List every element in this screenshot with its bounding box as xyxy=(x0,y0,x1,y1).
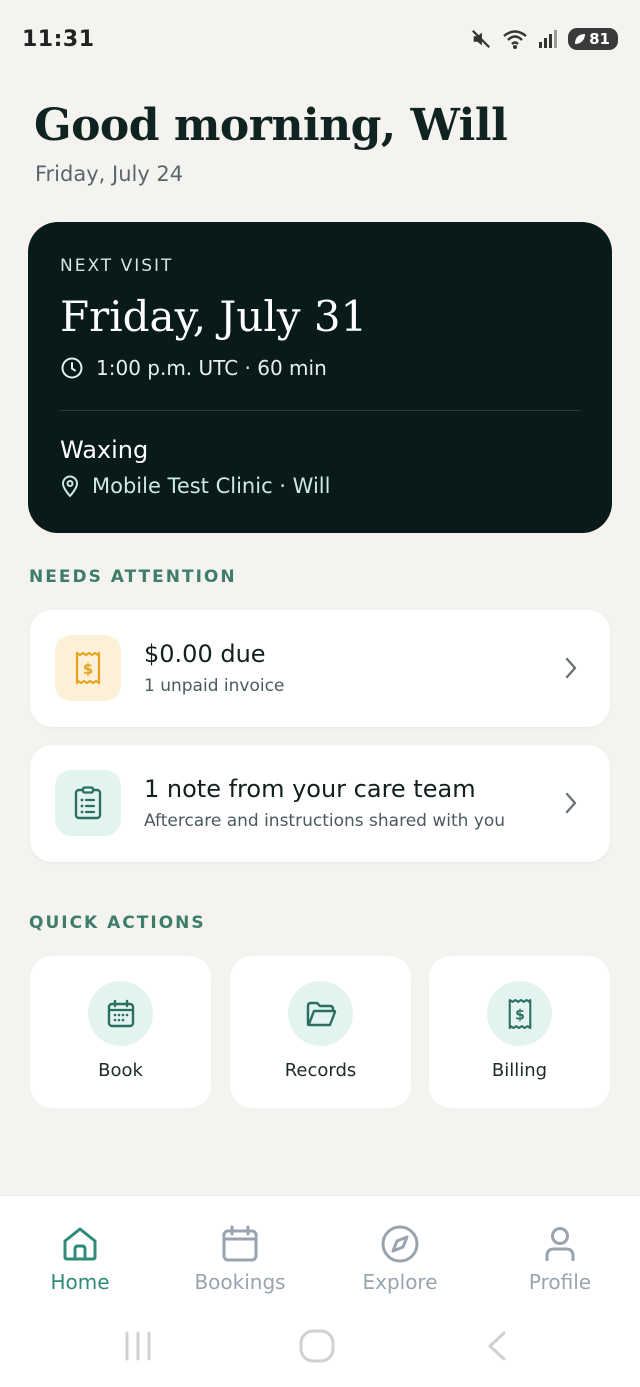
status-bar: 11:31 81 xyxy=(0,0,640,78)
next-visit-location-row: Mobile Test Clinic · Will xyxy=(60,474,330,498)
nav-item-bookings[interactable]: Bookings xyxy=(180,1224,300,1294)
user-icon xyxy=(545,1227,575,1261)
quick-action-icon-wrap: $ xyxy=(487,981,552,1046)
chevron-right-icon xyxy=(565,792,577,814)
next-visit-service: Waxing xyxy=(60,436,149,464)
attention-subtitle: 1 unpaid invoice xyxy=(144,676,285,696)
next-visit-location: Mobile Test Clinic · Will xyxy=(92,474,331,498)
leaf-icon xyxy=(575,34,586,44)
attention-icon-wrap xyxy=(55,770,121,836)
greeting-title: Good morning, Will xyxy=(34,100,508,151)
svg-text:$: $ xyxy=(515,1007,525,1023)
next-visit-time-row: 1:00 p.m. UTC · 60 min xyxy=(60,356,327,380)
next-visit-card[interactable]: NEXT VISIT Friday, July 31 1:00 p.m. UTC… xyxy=(28,222,612,533)
mute-icon xyxy=(472,29,491,49)
nav-item-profile[interactable]: Profile xyxy=(500,1224,620,1294)
receipt-dollar-icon: $ xyxy=(508,998,531,1029)
calendar-icon xyxy=(222,1225,258,1262)
quick-action-label: Book xyxy=(98,1060,143,1081)
signal-icon xyxy=(539,30,558,48)
needs-attention-label: NEEDS ATTENTION xyxy=(29,567,237,587)
attention-item-invoice[interactable]: $ $0.00 due 1 unpaid invoice xyxy=(30,610,610,727)
attention-subtitle: Aftercare and instructions shared with y… xyxy=(144,811,506,831)
back-icon[interactable] xyxy=(484,1329,510,1363)
folder-icon xyxy=(306,1001,336,1026)
quick-action-book[interactable]: Book xyxy=(30,956,211,1108)
next-visit-eyebrow: NEXT VISIT xyxy=(60,256,174,276)
recent-apps-icon[interactable] xyxy=(121,1329,155,1363)
nav-item-explore[interactable]: Explore xyxy=(340,1224,460,1294)
quick-action-icon-wrap xyxy=(288,981,353,1046)
nav-label: Home xyxy=(50,1270,110,1294)
system-nav-bar xyxy=(0,1315,640,1387)
chevron-right-icon xyxy=(565,657,577,679)
battery-level: 81 xyxy=(589,30,610,48)
quick-action-icon-wrap xyxy=(88,981,153,1046)
attention-icon-wrap: $ xyxy=(55,635,121,701)
nav-item-home[interactable]: Home xyxy=(20,1224,140,1294)
next-visit-date: Friday, July 31 xyxy=(60,292,368,341)
status-icons: 81 xyxy=(470,28,618,50)
quick-action-label: Billing xyxy=(491,1060,548,1081)
bottom-nav: Home Bookings Explore Profile xyxy=(0,1195,640,1315)
battery-indicator: 81 xyxy=(568,28,618,50)
nav-label: Explore xyxy=(362,1270,438,1294)
attention-title: $0.00 due xyxy=(144,640,266,668)
clipboard-icon xyxy=(74,786,102,820)
quick-action-billing[interactable]: $ Billing xyxy=(429,956,610,1108)
calendar-icon xyxy=(107,999,134,1027)
attention-item-care-note[interactable]: 1 note from your care team Aftercare and… xyxy=(30,745,610,862)
quick-actions-label: QUICK ACTIONS xyxy=(29,913,206,933)
svg-text:$: $ xyxy=(83,660,93,678)
receipt-dollar-icon: $ xyxy=(75,651,101,685)
compass-icon xyxy=(381,1225,419,1263)
status-time: 11:31 xyxy=(22,26,95,52)
nav-label: Bookings xyxy=(194,1270,286,1294)
attention-title: 1 note from your care team xyxy=(144,775,476,803)
home-icon xyxy=(63,1227,97,1261)
current-date: Friday, July 24 xyxy=(35,162,184,186)
next-visit-time: 1:00 p.m. UTC · 60 min xyxy=(96,356,327,380)
location-pin-icon xyxy=(61,475,79,497)
nav-label: Profile xyxy=(528,1270,592,1294)
quick-action-label: Records xyxy=(284,1060,357,1081)
quick-action-records[interactable]: Records xyxy=(230,956,411,1108)
clock-icon xyxy=(61,357,83,379)
next-visit-divider xyxy=(60,410,580,411)
home-button-icon[interactable] xyxy=(298,1328,336,1364)
wifi-icon xyxy=(503,30,527,49)
